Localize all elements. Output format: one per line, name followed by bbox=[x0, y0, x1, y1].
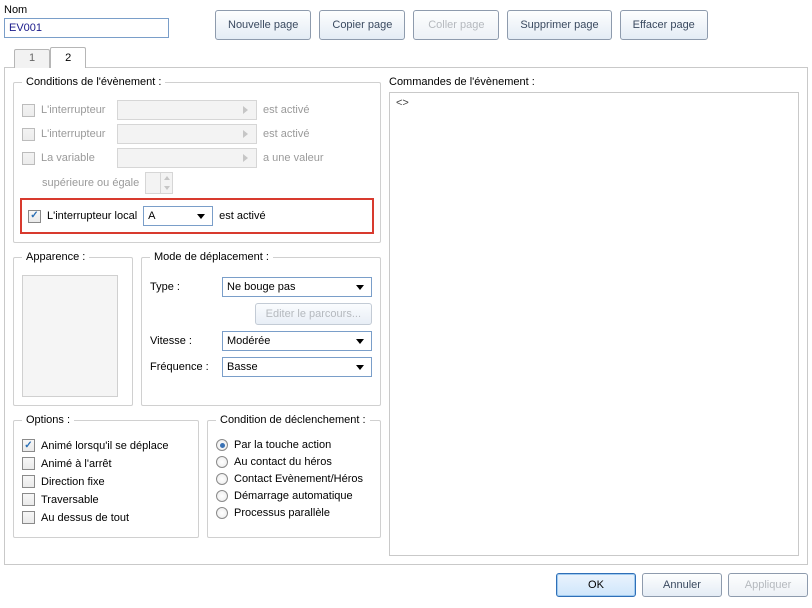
opt-anim-move-label: Animé lorsqu'il se déplace bbox=[41, 440, 168, 452]
switch2-lookup bbox=[117, 124, 257, 144]
edit-route-button: Editer le parcours... bbox=[255, 303, 372, 325]
conditions-fieldset: Conditions de l'évènement : L'interrupte… bbox=[13, 76, 381, 243]
name-input[interactable] bbox=[4, 18, 169, 38]
trigger-legend: Condition de déclenchement : bbox=[216, 414, 370, 426]
commands-placeholder: <> bbox=[396, 97, 409, 109]
variable-comp-label: supérieure ou égale bbox=[42, 177, 139, 189]
variable-suffix: a une valeur bbox=[263, 152, 324, 164]
new-page-button[interactable]: Nouvelle page bbox=[215, 10, 311, 40]
opt-above-label: Au dessus de tout bbox=[41, 512, 129, 524]
move-freq-label: Fréquence : bbox=[150, 361, 216, 373]
options-fieldset: Options : Animé lorsqu'il se déplace Ani… bbox=[13, 414, 199, 538]
trigger-event-touch-radio[interactable] bbox=[216, 473, 228, 485]
options-legend: Options : bbox=[22, 414, 74, 426]
self-switch-checkbox[interactable] bbox=[28, 210, 41, 223]
appearance-fieldset: Apparence : bbox=[13, 251, 133, 406]
opt-above-checkbox[interactable] bbox=[22, 511, 35, 524]
switch1-suffix: est activé bbox=[263, 104, 309, 116]
opt-dir-fix-label: Direction fixe bbox=[41, 476, 105, 488]
move-speed-combo[interactable]: Modérée bbox=[222, 331, 372, 351]
clear-page-button[interactable]: Effacer page bbox=[620, 10, 708, 40]
move-freq-combo[interactable]: Basse bbox=[222, 357, 372, 377]
commands-list[interactable]: <> bbox=[389, 92, 799, 556]
switch1-label: L'interrupteur bbox=[41, 104, 111, 116]
paste-page-button: Coller page bbox=[413, 10, 499, 40]
opt-anim-stop-label: Animé à l'arrêt bbox=[41, 458, 112, 470]
opt-through-checkbox[interactable] bbox=[22, 493, 35, 506]
switch1-checkbox[interactable] bbox=[22, 104, 35, 117]
self-switch-suffix: est activé bbox=[219, 210, 265, 222]
appearance-preview[interactable] bbox=[22, 275, 118, 397]
tab-2[interactable]: 2 bbox=[50, 47, 86, 68]
self-switch-label: L'interrupteur local bbox=[47, 210, 137, 222]
trigger-action-label: Par la touche action bbox=[234, 439, 331, 451]
variable-lookup bbox=[117, 148, 257, 168]
trigger-player-touch-label: Au contact du héros bbox=[234, 456, 332, 468]
cancel-button[interactable]: Annuler bbox=[642, 573, 722, 597]
move-speed-label: Vitesse : bbox=[150, 335, 216, 347]
switch1-lookup bbox=[117, 100, 257, 120]
trigger-action-radio[interactable] bbox=[216, 439, 228, 451]
trigger-player-touch-radio[interactable] bbox=[216, 456, 228, 468]
move-type-label: Type : bbox=[150, 281, 216, 293]
variable-value-spinner bbox=[145, 172, 173, 194]
self-switch-highlight: L'interrupteur local A est activé bbox=[20, 198, 374, 234]
opt-through-label: Traversable bbox=[41, 494, 99, 506]
opt-anim-move-checkbox[interactable] bbox=[22, 439, 35, 452]
self-switch-combo[interactable]: A bbox=[143, 206, 213, 226]
conditions-legend: Conditions de l'évènement : bbox=[22, 76, 165, 88]
trigger-parallel-label: Processus parallèle bbox=[234, 507, 330, 519]
copy-page-button[interactable]: Copier page bbox=[319, 10, 405, 40]
switch2-label: L'interrupteur bbox=[41, 128, 111, 140]
trigger-autorun-label: Démarrage automatique bbox=[234, 490, 353, 502]
ok-button[interactable]: OK bbox=[556, 573, 636, 597]
name-label: Nom bbox=[4, 4, 169, 16]
movement-fieldset: Mode de déplacement : Type : Ne bouge pa… bbox=[141, 251, 381, 406]
trigger-autorun-radio[interactable] bbox=[216, 490, 228, 502]
appearance-legend: Apparence : bbox=[22, 251, 89, 263]
apply-button: Appliquer bbox=[728, 573, 808, 597]
commands-legend: Commandes de l'évènement : bbox=[389, 76, 799, 88]
switch2-checkbox[interactable] bbox=[22, 128, 35, 141]
tab-1[interactable]: 1 bbox=[14, 49, 50, 68]
opt-anim-stop-checkbox[interactable] bbox=[22, 457, 35, 470]
opt-dir-fix-checkbox[interactable] bbox=[22, 475, 35, 488]
trigger-fieldset: Condition de déclenchement : Par la touc… bbox=[207, 414, 381, 538]
move-type-combo[interactable]: Ne bouge pas bbox=[222, 277, 372, 297]
switch2-suffix: est activé bbox=[263, 128, 309, 140]
variable-label: La variable bbox=[41, 152, 111, 164]
trigger-parallel-radio[interactable] bbox=[216, 507, 228, 519]
delete-page-button[interactable]: Supprimer page bbox=[507, 10, 611, 40]
variable-checkbox[interactable] bbox=[22, 152, 35, 165]
movement-legend: Mode de déplacement : bbox=[150, 251, 273, 263]
trigger-event-touch-label: Contact Evènement/Héros bbox=[234, 473, 363, 485]
